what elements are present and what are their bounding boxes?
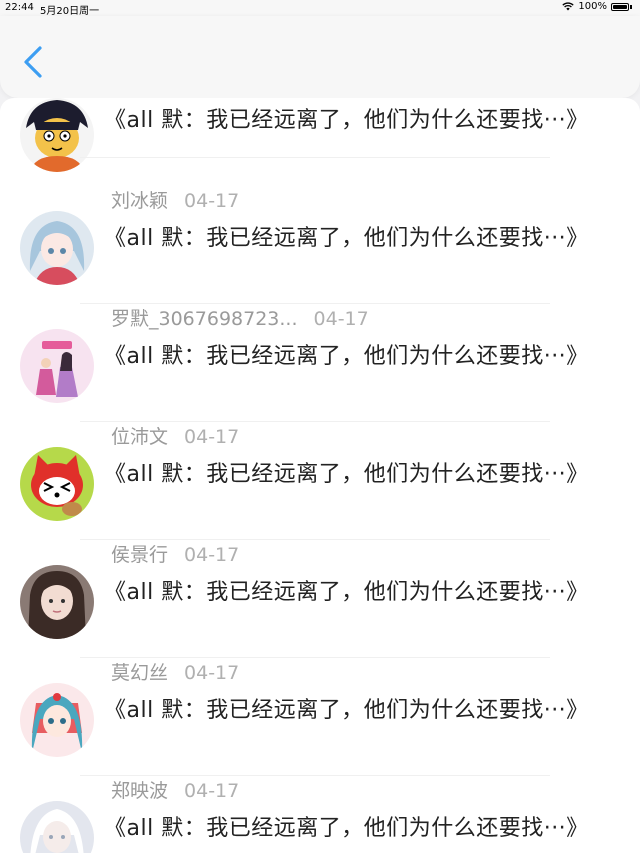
username[interactable]: 罗默_3067698723... xyxy=(111,308,298,330)
comment-header: 罗默_3067698723... 04-17 xyxy=(111,304,369,331)
username[interactable]: 莫幻丝 xyxy=(111,662,168,684)
list-item[interactable]: 郑映波 04-17 《all 默：我已经远离了，他们为什么还要找···》 xyxy=(0,776,640,853)
avatar-image xyxy=(20,565,94,639)
comment-header: 侯景行 04-17 xyxy=(111,540,239,567)
avatar-image xyxy=(20,329,94,403)
avatar-image xyxy=(20,801,94,853)
comment-date: 04-17 xyxy=(184,426,240,448)
wifi-icon xyxy=(562,2,575,11)
list-item[interactable]: 侯景行 04-17 《all 默：我已经远离了，他们为什么还要找···》 xyxy=(0,540,640,658)
avatar[interactable] xyxy=(20,801,94,853)
username[interactable]: 位沛文 xyxy=(111,426,168,448)
avatar[interactable] xyxy=(20,447,94,521)
avatar-image xyxy=(20,211,94,285)
comment-message[interactable]: 《all 默：我已经远离了，他们为什么还要找···》 xyxy=(104,692,589,724)
comment-date: 04-17 xyxy=(184,780,240,802)
avatar[interactable] xyxy=(20,98,94,172)
comment-message[interactable]: 《all 默：我已经远离了，他们为什么还要找···》 xyxy=(104,810,589,842)
comment-header: 郑映波 04-17 xyxy=(111,776,239,803)
comment-message[interactable]: 《all 默：我已经远离了，他们为什么还要找···》 xyxy=(104,456,589,488)
avatar[interactable] xyxy=(20,683,94,757)
battery-percent: 100% xyxy=(578,1,607,12)
comment-message[interactable]: 《all 默：我已经远离了，他们为什么还要找···》 xyxy=(104,102,589,134)
back-button[interactable] xyxy=(14,42,54,82)
status-bar: 22:44 5月20日周一 100% xyxy=(0,0,640,17)
battery-tip xyxy=(630,4,632,9)
avatar-image xyxy=(20,447,94,521)
list-item[interactable]: 罗默_3067698723... 04-17 《all 默：我已经远离了，他们为什… xyxy=(0,304,640,422)
comment-message[interactable]: 《all 默：我已经远离了，他们为什么还要找···》 xyxy=(104,220,589,252)
avatar[interactable] xyxy=(20,211,94,285)
comment-date: 04-17 xyxy=(313,308,369,330)
avatar-image xyxy=(20,683,94,757)
username[interactable]: 郑映波 xyxy=(111,780,168,802)
avatar[interactable] xyxy=(20,329,94,403)
chevron-left-icon xyxy=(24,46,42,78)
username[interactable]: 刘冰颖 xyxy=(111,190,168,212)
comment-list[interactable]: 针魄04-18 《all 默：我已经远离了，他们为什么还要找···》 刘冰颖 04… xyxy=(0,98,640,853)
comment-header: 莫幻丝 04-17 xyxy=(111,658,239,685)
comment-message[interactable]: 《all 默：我已经远离了，他们为什么还要找···》 xyxy=(104,574,589,606)
list-item[interactable]: 刘冰颖 04-17 《all 默：我已经远离了，他们为什么还要找···》 xyxy=(0,186,640,304)
comment-message[interactable]: 《all 默：我已经远离了，他们为什么还要找···》 xyxy=(104,338,589,370)
battery-icon xyxy=(611,2,629,11)
list-item[interactable]: 针魄04-18 《all 默：我已经远离了，他们为什么还要找···》 xyxy=(0,98,640,186)
comment-date: 04-17 xyxy=(184,190,240,212)
avatar-image xyxy=(20,98,94,172)
comment-date: 04-17 xyxy=(184,544,240,566)
status-right: 100% xyxy=(562,1,632,12)
comment-date: 04-17 xyxy=(184,662,240,684)
list-item[interactable]: 位沛文 04-17 《all 默：我已经远离了，他们为什么还要找···》 xyxy=(0,422,640,540)
divider xyxy=(80,157,550,158)
status-date: 5月20日周一 xyxy=(40,6,100,17)
comment-header: 刘冰颖 04-17 xyxy=(111,186,239,213)
nav-bar xyxy=(0,16,640,98)
avatar[interactable] xyxy=(20,565,94,639)
status-time: 22:44 xyxy=(5,2,34,13)
username[interactable]: 侯景行 xyxy=(111,544,168,566)
comment-header: 位沛文 04-17 xyxy=(111,422,239,449)
list-item[interactable]: 莫幻丝 04-17 《all 默：我已经远离了，他们为什么还要找···》 xyxy=(0,658,640,776)
